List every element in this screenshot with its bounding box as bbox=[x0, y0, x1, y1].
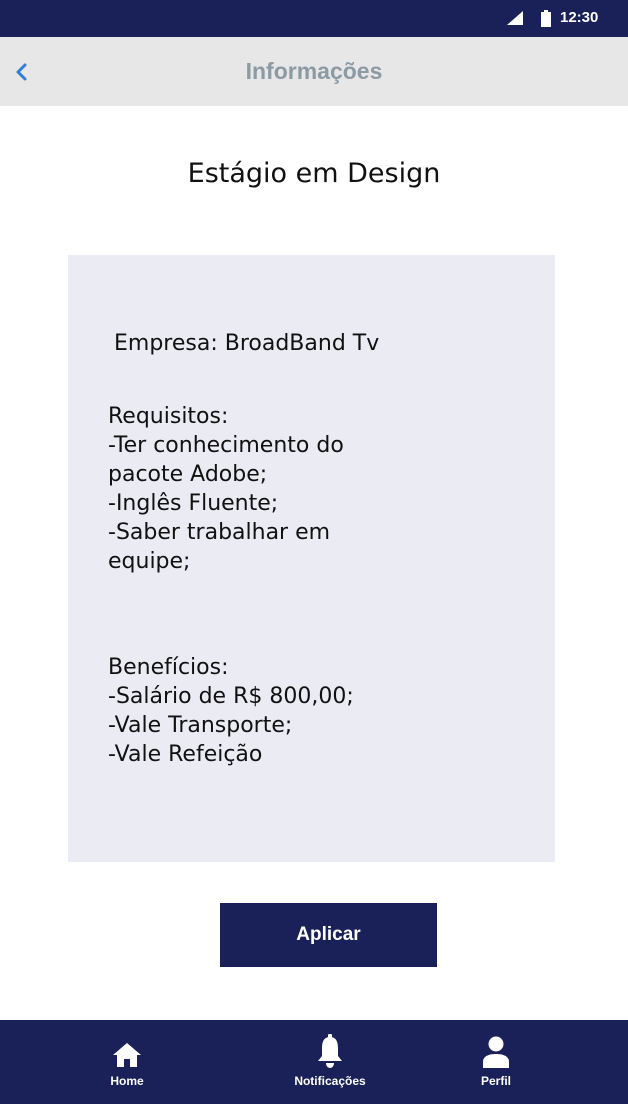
nav-label-home: Home bbox=[110, 1074, 144, 1088]
chevron-left-icon bbox=[16, 63, 27, 81]
benefits-section: Benefícios: -Salário de R$ 800,00; -Vale… bbox=[108, 653, 354, 769]
benefit-line: -Salário de R$ 800,00; bbox=[108, 684, 354, 709]
apply-button[interactable]: Aplicar bbox=[220, 903, 437, 967]
status-time: 12:30 bbox=[560, 9, 599, 26]
back-button[interactable] bbox=[8, 59, 34, 85]
benefit-line: -Vale Refeição bbox=[108, 742, 263, 767]
nav-item-perfil[interactable]: Perfil bbox=[431, 1020, 561, 1104]
requirement-line: -Saber trabalhar em bbox=[108, 520, 331, 545]
nav-label-notifications: Notificações bbox=[294, 1074, 366, 1088]
bottom-nav: Home Notificações Perfil bbox=[0, 1020, 628, 1104]
job-title: Estágio em Design bbox=[187, 158, 441, 189]
nav-item-notifications[interactable]: Notificações bbox=[265, 1020, 395, 1104]
bell-icon bbox=[316, 1034, 344, 1068]
requirement-line: -Inglês Fluente; bbox=[108, 491, 279, 516]
company-name: Empresa: BroadBand Tv bbox=[114, 331, 380, 356]
requirement-line: pacote Adobe; bbox=[108, 462, 268, 487]
requirements-heading: Requisitos: bbox=[108, 404, 229, 429]
requirements-section: Requisitos: -Ter conhecimento do pacote … bbox=[108, 402, 344, 576]
battery-icon bbox=[541, 10, 551, 27]
signal-icon bbox=[507, 11, 523, 25]
benefits-heading: Benefícios: bbox=[108, 655, 229, 680]
status-bar: 12:30 bbox=[0, 0, 628, 37]
nav-label-perfil: Perfil bbox=[480, 1074, 511, 1088]
home-icon bbox=[112, 1034, 142, 1068]
requirement-line: equipe; bbox=[108, 549, 191, 574]
benefit-line: -Vale Transporte; bbox=[108, 713, 293, 738]
requirement-line: -Ter conhecimento do bbox=[108, 433, 344, 458]
nav-item-home[interactable]: Home bbox=[62, 1020, 192, 1104]
page-title: Informações bbox=[245, 58, 383, 84]
user-icon bbox=[482, 1034, 510, 1068]
job-info-card: Empresa: BroadBand Tv Requisitos: -Ter c… bbox=[68, 255, 555, 862]
app-bar: Informações bbox=[0, 37, 628, 106]
